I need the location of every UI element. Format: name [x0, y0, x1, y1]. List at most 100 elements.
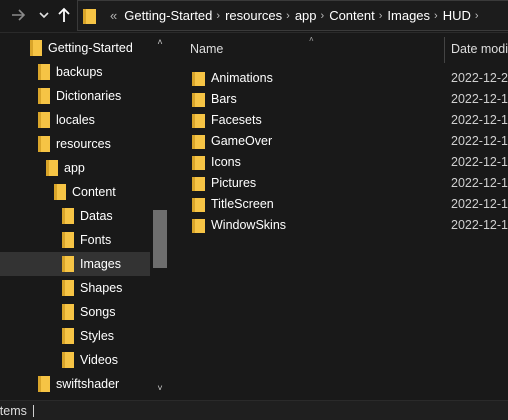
- breadcrumb-hud[interactable]: HUD: [443, 8, 471, 23]
- folder-icon: [83, 8, 96, 24]
- file-date: 2022-12-16: [451, 155, 508, 169]
- folder-icon: [30, 40, 42, 56]
- list-item[interactable]: Icons 2022-12-16: [172, 152, 508, 173]
- toolbar: « Getting-Started › resources › app › Co…: [0, 0, 508, 32]
- address-bar[interactable]: « Getting-Started › resources › app › Co…: [77, 0, 508, 31]
- tree-item-shapes[interactable]: Shapes: [0, 276, 150, 300]
- file-name: Bars: [211, 92, 237, 106]
- folder-icon: [192, 198, 205, 212]
- folder-icon: [192, 135, 205, 149]
- tree-item-app[interactable]: app: [0, 156, 150, 180]
- breadcrumb-images[interactable]: Images: [387, 8, 430, 23]
- folder-icon: [192, 177, 205, 191]
- file-name: Icons: [211, 155, 241, 169]
- file-name: Animations: [211, 71, 273, 85]
- tree-item-label: Getting-Started: [48, 41, 133, 55]
- file-date: 2022-12-16: [451, 134, 508, 148]
- tree-item-images[interactable]: Images: [0, 252, 150, 276]
- nav-scrollbar[interactable]: ˄ ˅: [152, 33, 168, 400]
- recent-locations-button[interactable]: [33, 4, 55, 26]
- tree-item-label: app: [64, 161, 85, 175]
- folder-icon: [62, 304, 74, 320]
- file-name: Facesets: [211, 113, 262, 127]
- breadcrumb-resources[interactable]: resources: [225, 8, 282, 23]
- file-date: 2022-12-20: [451, 71, 508, 85]
- folder-icon: [62, 280, 74, 296]
- breadcrumb-chevron[interactable]: ›: [475, 10, 479, 22]
- list-item[interactable]: TitleScreen 2022-12-16: [172, 194, 508, 215]
- folder-icon: [62, 208, 74, 224]
- chevron-down-icon: [39, 12, 49, 19]
- tree-item-label: Images: [80, 257, 121, 271]
- tree-item-label: swiftshader: [56, 377, 120, 391]
- breadcrumb-chevron[interactable]: ›: [286, 10, 290, 22]
- folder-icon: [62, 328, 74, 344]
- folder-icon: [38, 112, 50, 128]
- breadcrumb-content[interactable]: Content: [329, 8, 375, 23]
- tree-item-label: Videos: [80, 353, 118, 367]
- file-date: 2022-12-16: [451, 92, 508, 106]
- tree-item-fonts[interactable]: Fonts: [0, 228, 150, 252]
- list-item[interactable]: Facesets 2022-12-16: [172, 110, 508, 131]
- back-button[interactable]: [8, 4, 30, 26]
- tree-item-label: locales: [56, 113, 95, 127]
- folder-icon: [192, 219, 205, 233]
- list-item[interactable]: Bars 2022-12-16: [172, 89, 508, 110]
- tree-item-label: Dictionaries: [56, 89, 122, 103]
- address-overflow[interactable]: «: [103, 8, 124, 23]
- tree-item-swiftshader[interactable]: swiftshader: [0, 372, 150, 396]
- folder-icon: [38, 88, 50, 104]
- arrow-up-icon: [58, 7, 70, 22]
- column-divider[interactable]: [444, 37, 445, 63]
- tree-item-label: backups: [56, 65, 103, 79]
- file-date: 2022-12-16: [451, 197, 508, 211]
- tree-item-content[interactable]: Content: [0, 180, 150, 204]
- folder-icon: [38, 64, 50, 80]
- tree-item-label: Datas: [80, 209, 113, 223]
- navigation-pane: Getting-Started backups Dictionaries loc…: [0, 33, 170, 400]
- tree-item-label: Shapes: [80, 281, 123, 295]
- scroll-down-button[interactable]: ˅: [152, 383, 168, 393]
- item-count: items: [0, 404, 27, 418]
- tree-item-dictionaries[interactable]: Dictionaries: [0, 84, 150, 108]
- folder-icon: [62, 232, 74, 248]
- tree-item-label: Styles: [80, 329, 115, 343]
- file-date: 2022-12-16: [451, 218, 508, 232]
- breadcrumb-chevron[interactable]: ›: [321, 10, 325, 22]
- list-item[interactable]: WindowSkins 2022-12-16: [172, 215, 508, 236]
- tree-item-styles[interactable]: Styles: [0, 324, 150, 348]
- column-header-name[interactable]: Name: [190, 33, 440, 65]
- folder-icon: [192, 156, 205, 170]
- breadcrumb-app[interactable]: app: [295, 8, 317, 23]
- status-bar: items: [0, 400, 508, 420]
- tree-item-resources[interactable]: resources: [0, 132, 150, 156]
- tree-item-videos[interactable]: Videos: [0, 348, 150, 372]
- status-divider: [33, 405, 34, 417]
- tree-item-getting-started[interactable]: Getting-Started: [0, 36, 150, 60]
- tree-item-datas[interactable]: Datas: [0, 204, 150, 228]
- breadcrumb-chevron[interactable]: ›: [434, 10, 438, 22]
- breadcrumb-chevron[interactable]: ›: [216, 10, 220, 22]
- arrow-right-icon: [12, 9, 26, 21]
- tree-item-backups[interactable]: backups: [0, 60, 150, 84]
- tree-item-label: Content: [72, 185, 116, 199]
- tree-item-label: Songs: [80, 305, 116, 319]
- tree-item-label: resources: [56, 137, 111, 151]
- breadcrumb-chevron[interactable]: ›: [379, 10, 383, 22]
- up-button[interactable]: [53, 4, 75, 26]
- list-item[interactable]: Animations 2022-12-20: [172, 68, 508, 89]
- tree-item-songs[interactable]: Songs: [0, 300, 150, 324]
- tree-item-locales[interactable]: locales: [0, 108, 150, 132]
- folder-icon: [192, 72, 205, 86]
- list-item[interactable]: Pictures 2022-12-19: [172, 173, 508, 194]
- list-item[interactable]: GameOver 2022-12-16: [172, 131, 508, 152]
- file-name: WindowSkins: [211, 218, 287, 232]
- folder-icon: [192, 114, 205, 128]
- file-date: 2022-12-19: [451, 176, 508, 190]
- folder-icon: [62, 256, 74, 272]
- folder-icon: [38, 136, 50, 152]
- column-header-date-modified[interactable]: Date modif: [451, 33, 508, 65]
- breadcrumb-getting-started[interactable]: Getting-Started: [124, 8, 212, 23]
- scroll-up-button[interactable]: ˄: [152, 37, 168, 47]
- scrollbar-thumb[interactable]: [153, 210, 167, 268]
